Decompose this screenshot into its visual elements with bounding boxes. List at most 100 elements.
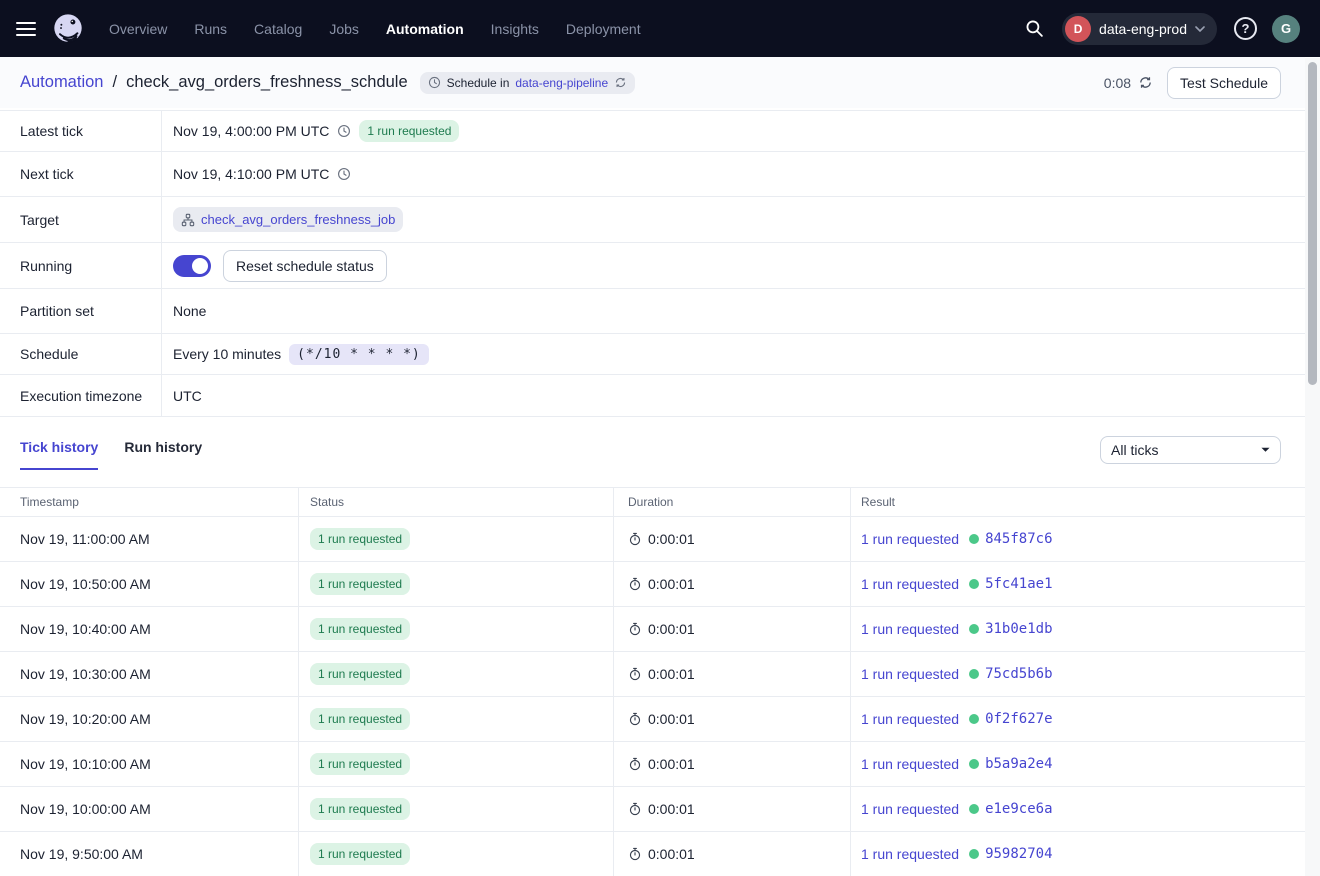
user-avatar[interactable]: G [1272,15,1300,43]
schedule-location-badge: Schedule in data-eng-pipeline [420,72,635,94]
tick-result-link[interactable]: 1 run requested [861,801,959,817]
breadcrumb-separator: / [112,73,117,92]
menu-hamburger-icon[interactable] [16,22,36,36]
tick-result-link[interactable]: 1 run requested [861,621,959,637]
detail-row-timezone: Execution timezone UTC [0,375,1305,417]
tick-duration: 0:00:01 [648,711,695,727]
stopwatch-icon [628,577,642,591]
detail-label: Running [0,243,162,288]
cron-expression: (*/10 * * * *) [289,344,429,365]
run-status-dot [969,579,979,589]
nav-item-deployment[interactable]: Deployment [566,21,641,37]
tick-duration: 0:00:01 [648,621,695,637]
tick-duration: 0:00:01 [648,531,695,547]
tick-result-link[interactable]: 1 run requested [861,756,959,772]
timezone-value: UTC [173,388,202,404]
tick-timestamp: Nov 19, 10:40:00 AM [0,607,299,651]
tick-result-link[interactable]: 1 run requested [861,846,959,862]
tick-filter-select[interactable]: All ticks [1100,436,1281,464]
sync-icon[interactable] [614,76,627,89]
stopwatch-icon [628,622,642,636]
detail-label: Target [0,197,162,242]
tick-duration: 0:00:01 [648,756,695,772]
deployment-selector[interactable]: D data-eng-prod [1062,13,1217,45]
schedule-badge-label: Schedule in [447,76,510,90]
run-id-link[interactable]: 845f87c6 [985,531,1052,547]
stopwatch-icon [628,532,642,546]
schedule-details: Latest tick Nov 19, 4:00:00 PM UTC 1 run… [0,110,1305,417]
run-id-link[interactable]: e1e9ce6a [985,801,1052,817]
target-job-pill[interactable]: check_avg_orders_freshness_job [173,207,403,232]
refresh-icon[interactable] [1138,75,1153,90]
chevron-down-icon [1195,26,1205,32]
run-status-dot [969,714,979,724]
stopwatch-icon [628,667,642,681]
latest-tick-status-badge: 1 run requested [359,120,459,142]
nav-item-runs[interactable]: Runs [194,21,227,37]
next-tick-time: Nov 19, 4:10:00 PM UTC [173,166,329,182]
detail-label: Execution timezone [0,375,162,416]
reset-schedule-status-button[interactable]: Reset schedule status [223,250,387,282]
run-id-link[interactable]: b5a9a2e4 [985,756,1052,772]
detail-label: Partition set [0,289,162,333]
tick-duration: 0:00:01 [648,576,695,592]
schedule-interval-text: Every 10 minutes [173,346,281,362]
nav-item-insights[interactable]: Insights [491,21,539,37]
tick-result-link[interactable]: 1 run requested [861,576,959,592]
tick-result-link[interactable]: 1 run requested [861,666,959,682]
header-result: Result [851,488,1305,516]
clock-icon [428,76,441,89]
nav-item-automation[interactable]: Automation [386,21,464,37]
tab-run-history[interactable]: Run history [124,439,202,470]
stopwatch-icon [628,802,642,816]
refresh-countdown: 0:08 [1104,75,1131,91]
tick-result-link[interactable]: 1 run requested [861,531,959,547]
tick-timestamp: Nov 19, 9:50:00 AM [0,832,299,876]
tick-timestamp: Nov 19, 10:50:00 AM [0,562,299,606]
history-tabs-row: Tick history Run history All ticks [0,417,1305,487]
run-id-link[interactable]: 5fc41ae1 [985,576,1052,592]
tick-result-link[interactable]: 1 run requested [861,711,959,727]
search-icon[interactable] [1022,17,1046,41]
nav-item-jobs[interactable]: Jobs [329,21,359,37]
nav-item-catalog[interactable]: Catalog [254,21,302,37]
breadcrumb-automation-link[interactable]: Automation [20,73,103,92]
header-timestamp: Timestamp [0,488,299,516]
vertical-scrollbar-track[interactable] [1305,58,1320,876]
tick-timestamp: Nov 19, 10:30:00 AM [0,652,299,696]
run-id-link[interactable]: 0f2f627e [985,711,1052,727]
run-status-dot [969,534,979,544]
vertical-scrollbar-thumb[interactable] [1308,62,1317,385]
header-status: Status [299,488,614,516]
tick-duration: 0:00:01 [648,846,695,862]
table-row: Nov 19, 10:40:00 AM 1 run requested 0:00… [0,607,1305,652]
detail-row-partition-set: Partition set None [0,289,1305,334]
tick-duration: 0:00:01 [648,666,695,682]
tab-tick-history[interactable]: Tick history [20,439,98,470]
test-schedule-button[interactable]: Test Schedule [1167,67,1281,99]
running-toggle[interactable] [173,255,211,277]
stopwatch-icon [628,757,642,771]
run-id-link[interactable]: 95982704 [985,846,1052,862]
page-header: Automation / check_avg_orders_freshness_… [0,57,1305,108]
tick-timestamp: Nov 19, 10:00:00 AM [0,787,299,831]
tick-duration: 0:00:01 [648,801,695,817]
tick-status-badge: 1 run requested [310,618,410,640]
latest-tick-time: Nov 19, 4:00:00 PM UTC [173,123,329,139]
dagster-logo-icon[interactable] [51,12,85,46]
nav-item-overview[interactable]: Overview [109,21,167,37]
tick-status-badge: 1 run requested [310,573,410,595]
run-status-dot [969,804,979,814]
target-job-link[interactable]: check_avg_orders_freshness_job [201,212,395,227]
table-row: Nov 19, 10:50:00 AM 1 run requested 0:00… [0,562,1305,607]
help-icon[interactable]: ? [1234,17,1257,40]
deployment-name: data-eng-prod [1099,21,1187,37]
run-id-link[interactable]: 31b0e1db [985,621,1052,637]
repository-link[interactable]: data-eng-pipeline [515,76,608,90]
run-id-link[interactable]: 75cd5b6b [985,666,1052,682]
job-graph-icon [181,213,195,227]
tick-history-table: Timestamp Status Duration Result Nov 19,… [0,487,1305,876]
tick-status-badge: 1 run requested [310,798,410,820]
run-status-dot [969,759,979,769]
top-navigation: Overview Runs Catalog Jobs Automation In… [0,0,1320,57]
